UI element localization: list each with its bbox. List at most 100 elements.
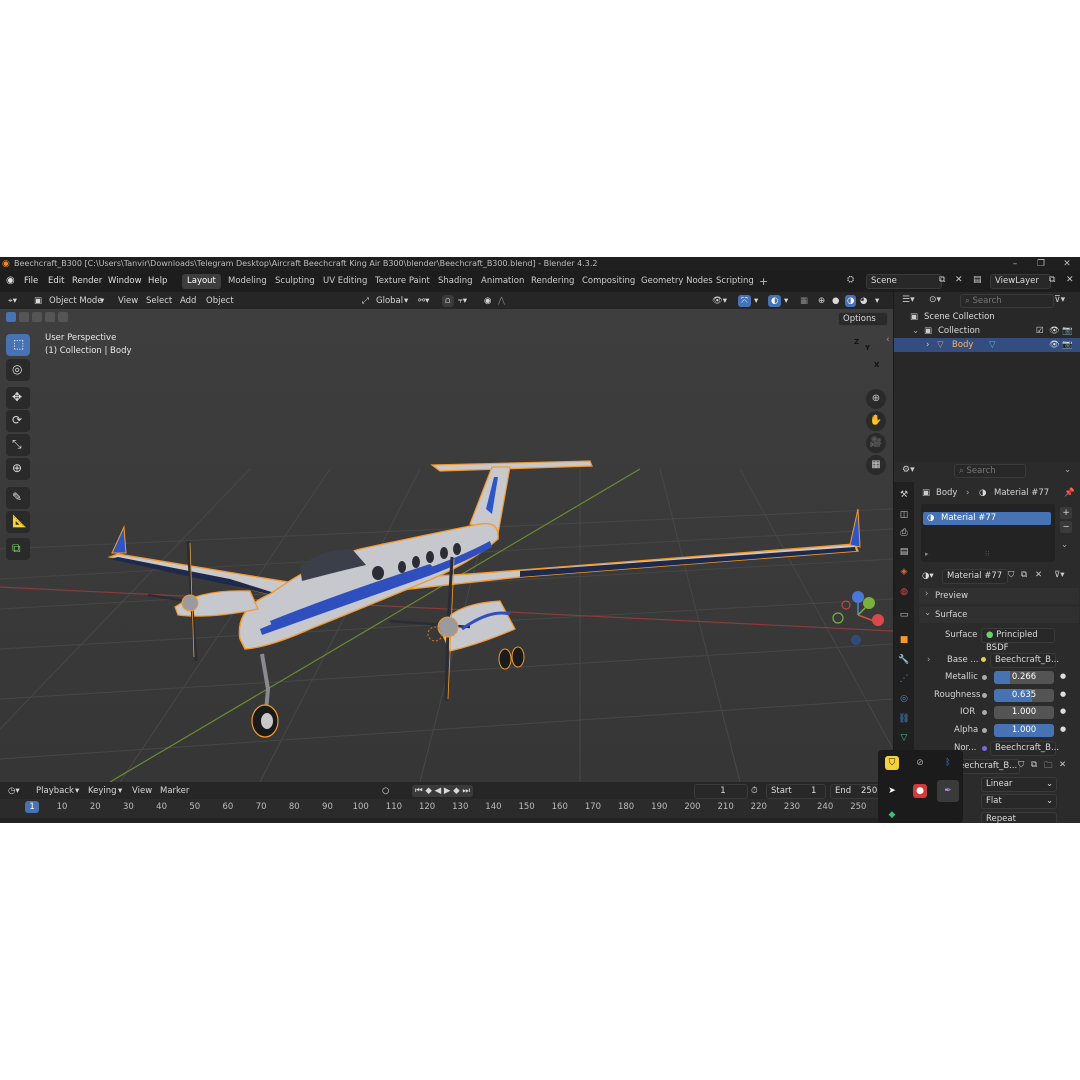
particles-tab-icon[interactable]: ⋰: [897, 672, 911, 686]
properties-options-chevron-icon[interactable]: ⌄: [1064, 465, 1071, 475]
zoom-icon[interactable]: ⊕: [866, 389, 886, 409]
hidden-eye-icon[interactable]: ⊘: [913, 756, 927, 770]
bluetooth-icon[interactable]: ᛒ: [941, 756, 955, 770]
proportional-edit-icon[interactable]: ◉: [484, 295, 491, 307]
gizmo-toggle-icon[interactable]: ⤧: [738, 295, 751, 307]
outliner-row-collection[interactable]: ⌄ ▣ Collection ☑ 👁 📷: [894, 324, 1080, 338]
base-color-texture-field[interactable]: Beechcraft_B...: [990, 653, 1059, 668]
timeline-scrollbar[interactable]: [0, 818, 893, 823]
transform-orientation-selector[interactable]: Global: [376, 295, 403, 307]
close-icon[interactable]: ✕: [1054, 257, 1080, 271]
new-scene-icon[interactable]: ⧉: [939, 275, 945, 285]
render-tab-icon[interactable]: ◫: [897, 508, 911, 522]
view-layer-icon[interactable]: ▤: [973, 275, 982, 285]
remove-slot-icon[interactable]: −: [1060, 521, 1072, 533]
collection-visibility-icon[interactable]: 👁: [1049, 324, 1060, 338]
properties-editor-icon[interactable]: ⚙▾: [902, 465, 915, 475]
add-slot-icon[interactable]: +: [1060, 507, 1072, 519]
feather-icon[interactable]: ✒: [937, 780, 959, 802]
data-tab-icon[interactable]: ▽: [897, 731, 911, 745]
menu-keying[interactable]: Keying: [88, 785, 117, 797]
remove-scene-icon[interactable]: ✕: [955, 275, 963, 285]
perspective-toggle-icon[interactable]: ▦: [866, 455, 886, 475]
metallic-slider[interactable]: 0.266: [994, 671, 1054, 684]
constraints-tab-icon[interactable]: ⛓: [897, 712, 911, 726]
collection-checkbox-icon[interactable]: ☑: [1036, 324, 1044, 338]
select-box-tool[interactable]: ⬚: [6, 334, 30, 356]
collection-tab-icon[interactable]: ▭: [897, 608, 911, 622]
gizmo-z-label[interactable]: Z: [854, 338, 859, 346]
menu-marker[interactable]: Marker: [160, 785, 189, 797]
roughness-keyframe-icon[interactable]: ●: [1060, 690, 1066, 698]
alpha-keyframe-icon[interactable]: ●: [1060, 725, 1066, 733]
list-expand-icon[interactable]: ▸: [925, 550, 929, 558]
options-button[interactable]: Options: [838, 312, 888, 326]
outliner-row-body[interactable]: › ▽ Body ▽ 👁 📷: [894, 338, 1080, 352]
alpha-slider[interactable]: 1.000: [994, 724, 1054, 737]
expand-collection-icon[interactable]: ⌄: [912, 324, 919, 338]
menu-object[interactable]: Object: [206, 295, 234, 307]
tab-texture-paint[interactable]: Texture Paint: [370, 274, 435, 289]
collection-render-icon[interactable]: 📷: [1062, 324, 1073, 338]
solid-shading-icon[interactable]: ●: [832, 295, 839, 307]
select-mode-difference-icon[interactable]: [45, 312, 55, 322]
jump-start-icon[interactable]: ⏮: [415, 786, 423, 796]
app-tray-icon[interactable]: ◆: [885, 808, 899, 822]
move-tool[interactable]: ✥: [6, 387, 30, 409]
sidebar-toggle-icon[interactable]: ‹: [886, 335, 890, 345]
gizmo-y-label[interactable]: Y: [865, 344, 870, 352]
material-preview-shading-icon[interactable]: ◑: [845, 295, 857, 307]
tab-compositing[interactable]: Compositing: [577, 274, 640, 289]
mode-selector[interactable]: Object Mode: [49, 295, 103, 307]
pin-icon[interactable]: 📌: [1064, 488, 1075, 498]
tab-uv-editing[interactable]: UV Editing: [318, 274, 372, 289]
tab-sculpting[interactable]: Sculpting: [270, 274, 320, 289]
material-slot-list[interactable]: ◑ Material #77 ▸ ⁝⁝: [921, 504, 1055, 562]
world-tab-icon[interactable]: ◍: [897, 585, 911, 599]
play-icon[interactable]: ▶: [444, 786, 451, 796]
output-tab-icon[interactable]: ⎙: [897, 526, 911, 540]
annotate-tool[interactable]: ✎: [6, 487, 30, 509]
minimize-icon[interactable]: –: [1002, 257, 1028, 271]
select-mode-subtract-icon[interactable]: [32, 312, 42, 322]
surface-panel-header[interactable]: ⌄ Surface: [919, 607, 1079, 623]
select-mode-extend-icon[interactable]: [19, 312, 29, 322]
snap-target-icon[interactable]: ⫧▾: [458, 295, 467, 307]
falloff-icon[interactable]: ⋀: [498, 295, 505, 307]
add-workspace-icon[interactable]: +: [759, 275, 768, 288]
image-open-folder-icon[interactable]: 🗀: [1044, 760, 1053, 774]
surface-shader-selector[interactable]: ● Principled BSDF: [981, 628, 1055, 653]
new-view-layer-icon[interactable]: ⧉: [1049, 275, 1055, 285]
auto-keying-icon[interactable]: ○: [382, 785, 389, 797]
menu-select[interactable]: Select: [146, 295, 172, 307]
remove-view-layer-icon[interactable]: ✕: [1066, 275, 1074, 285]
normal-texture-field[interactable]: Beechcraft_B...: [990, 741, 1059, 756]
menu-view[interactable]: View: [118, 295, 138, 307]
material-filter-icon[interactable]: ⊽▾: [1054, 570, 1065, 580]
tab-layout[interactable]: Layout: [182, 274, 221, 289]
scale-tool[interactable]: ⤡: [6, 434, 30, 456]
display-mode-icon[interactable]: ⊙▾: [929, 295, 941, 305]
wireframe-shading-icon[interactable]: ⊕: [818, 295, 825, 307]
image-unlink-icon[interactable]: ✕: [1059, 760, 1066, 770]
duplicate-material-icon[interactable]: ⧉: [1021, 570, 1027, 580]
rotate-tool[interactable]: ⟳: [6, 410, 30, 432]
jump-end-icon[interactable]: ⏭: [462, 786, 470, 796]
prev-keyframe-icon[interactable]: ◆: [425, 786, 432, 796]
view-layer-tab-icon[interactable]: ▤: [897, 545, 911, 559]
pivot-icon[interactable]: ⚯▾: [418, 295, 429, 307]
menu-playback[interactable]: Playback: [36, 785, 74, 797]
menu-window[interactable]: Window: [108, 275, 142, 288]
filter-icon[interactable]: ⊽▾: [1054, 295, 1065, 305]
overlays-toggle-icon[interactable]: ◐: [768, 295, 782, 307]
menu-add[interactable]: Add: [180, 295, 196, 307]
preview-panel-header[interactable]: › Preview: [919, 588, 1079, 604]
security-shield-icon[interactable]: ⛉: [885, 756, 899, 770]
stopwatch-icon[interactable]: ⏱: [751, 785, 758, 797]
maximize-icon[interactable]: ❐: [1028, 257, 1054, 271]
image-texture-field[interactable]: eechcraft_B...: [954, 759, 1020, 774]
xray-icon[interactable]: ▦: [800, 295, 808, 307]
menu-file[interactable]: File: [24, 275, 38, 288]
rendered-shading-icon[interactable]: ◕: [860, 295, 867, 307]
outliner-editor-icon[interactable]: ☰▾: [902, 295, 915, 305]
